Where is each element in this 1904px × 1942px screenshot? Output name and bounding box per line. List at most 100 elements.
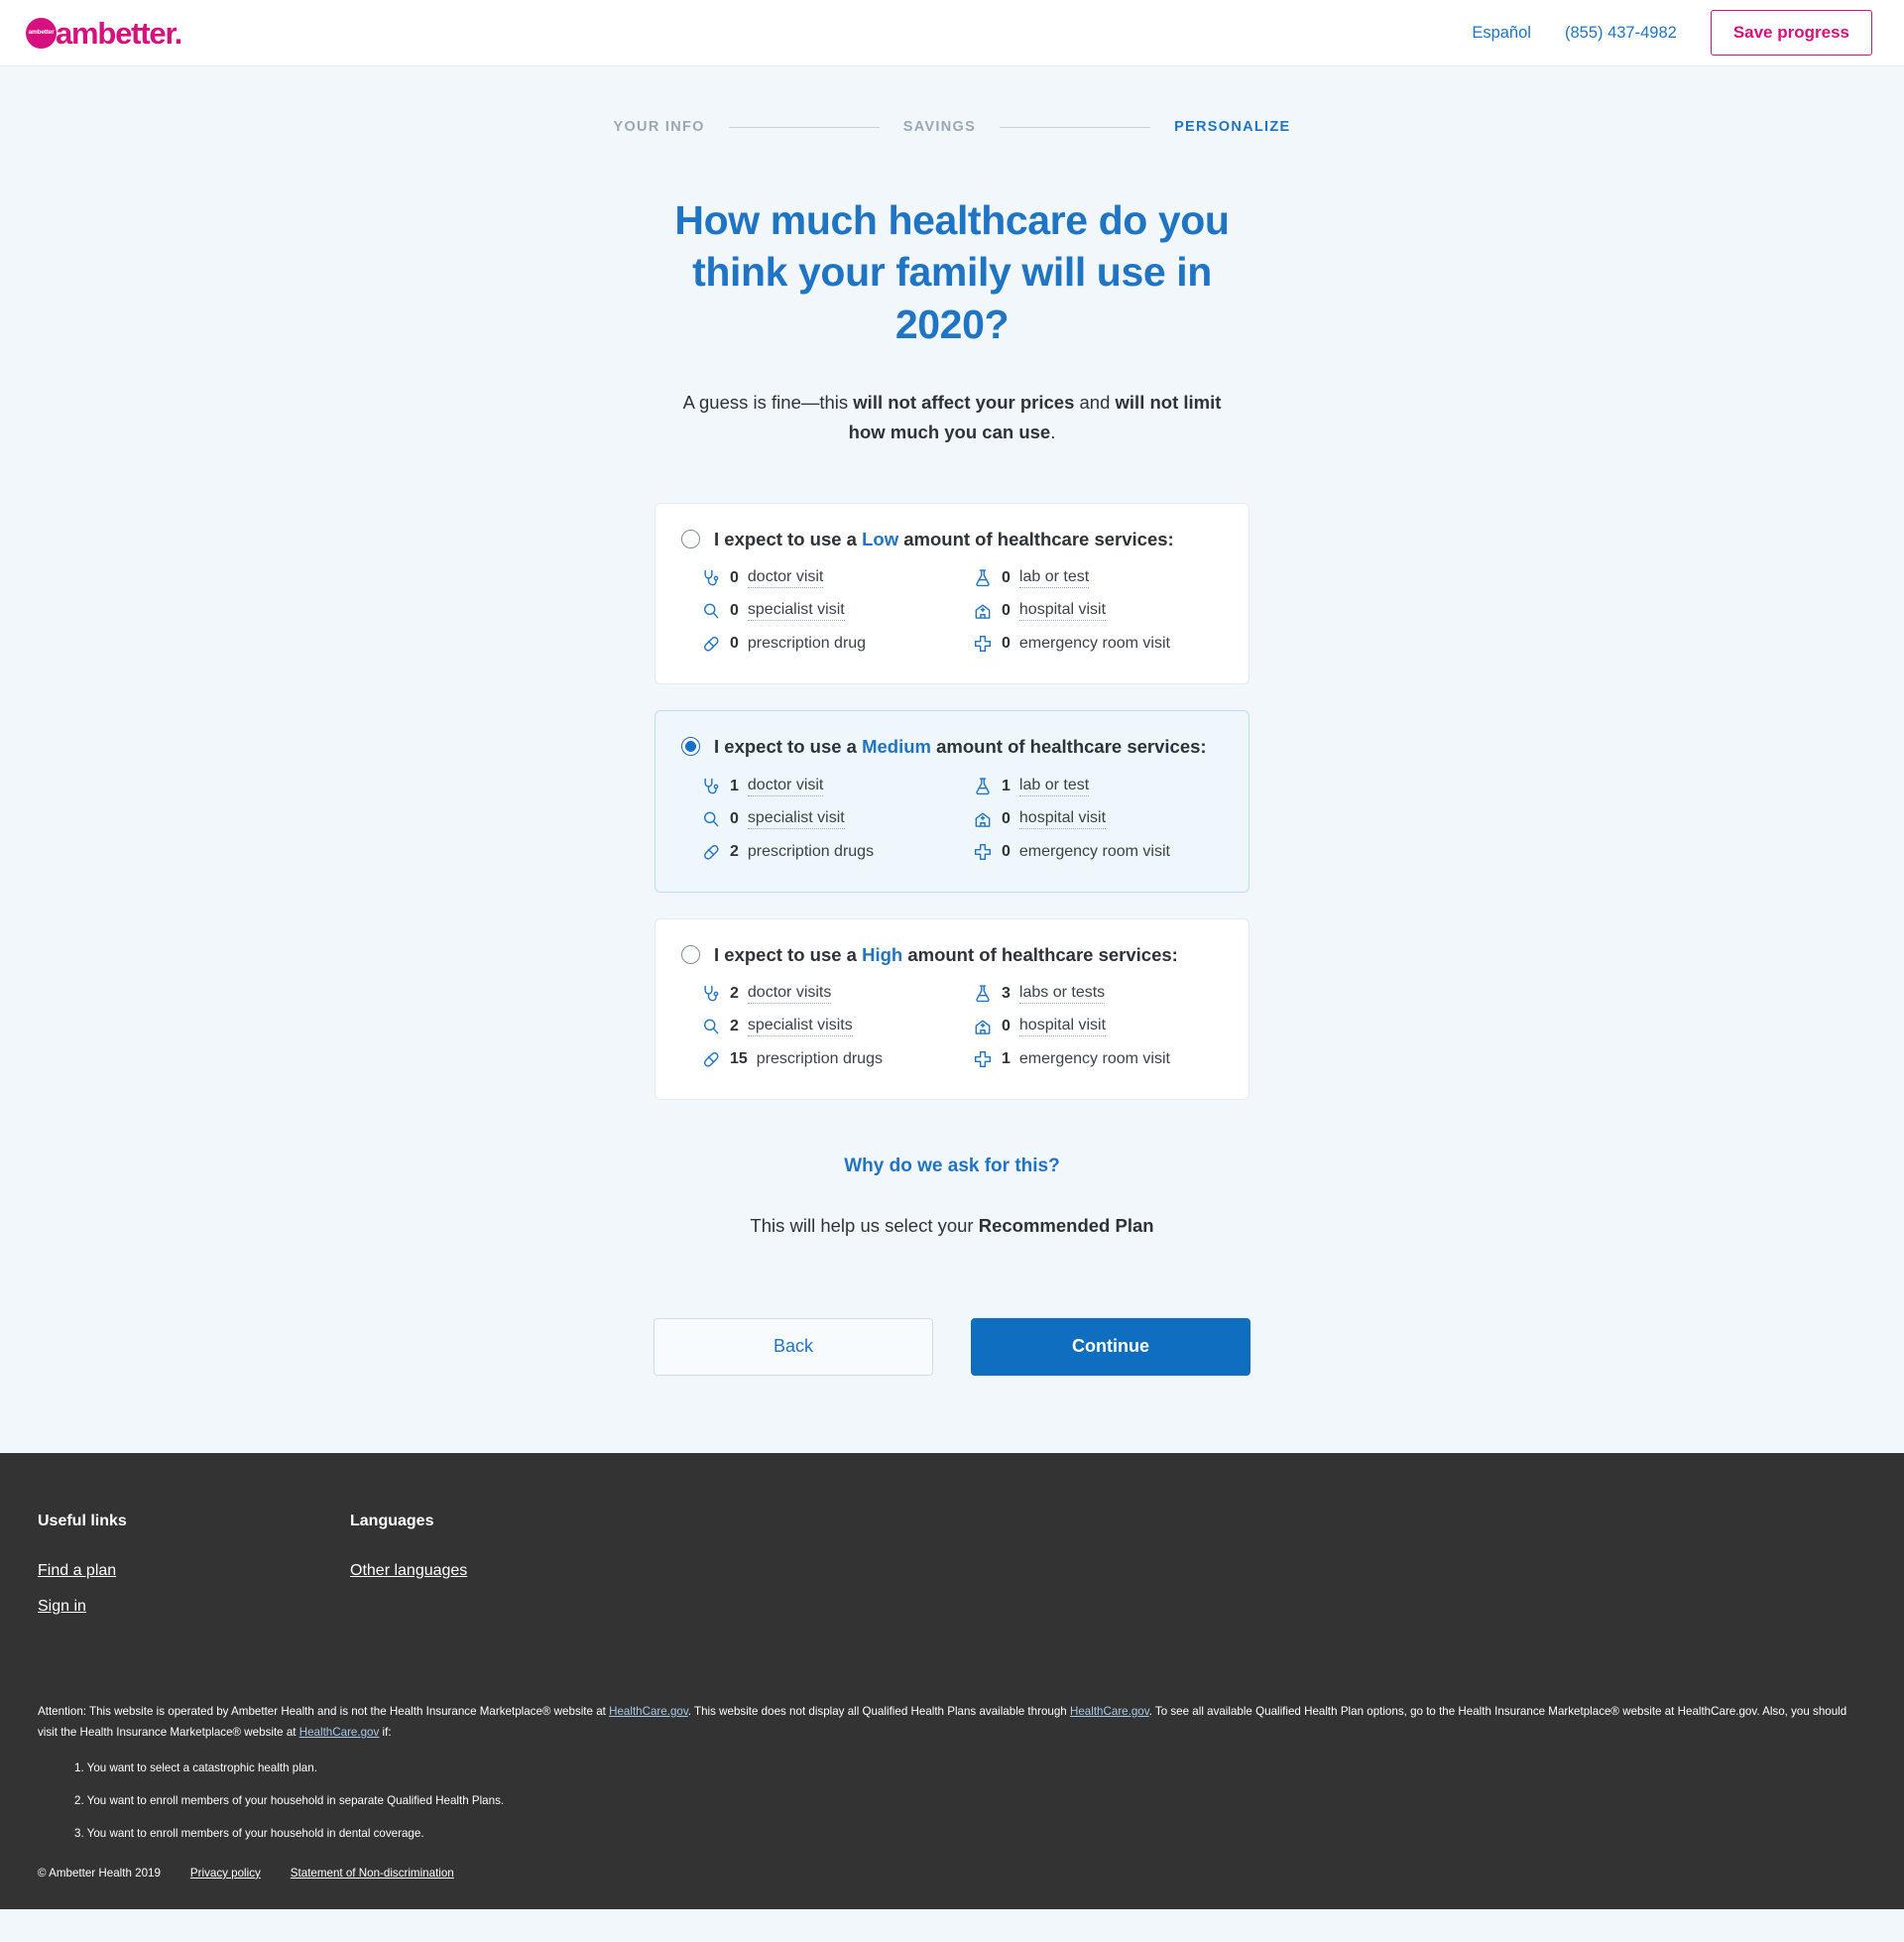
non-discrimination-link[interactable]: Statement of Non-discrimination [291, 1867, 454, 1880]
logo-badge-text: ambetter [28, 28, 55, 36]
service-item: 0 doctor visit [701, 568, 951, 589]
hospital-icon [973, 601, 993, 621]
service-label[interactable]: hospital visit [1018, 601, 1107, 622]
service-label[interactable]: specialist visits [747, 1017, 853, 1036]
service-label[interactable]: specialist visit [747, 601, 845, 622]
footer-heading-languages: Languages [350, 1512, 434, 1529]
subtitle-text-1: A guess is fine—this [682, 392, 854, 414]
recommended-plan-text: Recommended Plan [978, 1214, 1154, 1236]
option-title: I expect to use a Low amount of healthca… [714, 528, 1174, 550]
service-item: 0 lab or test [973, 568, 1223, 589]
medical-cross-icon [973, 1049, 993, 1069]
service-count: 0 [1002, 842, 1011, 860]
hospital-icon [973, 1017, 993, 1036]
service-count: 0 [730, 635, 739, 653]
service-count: 15 [730, 1049, 748, 1067]
service-label[interactable]: lab or test [1018, 777, 1090, 796]
continue-button[interactable]: Continue [971, 1317, 1250, 1376]
copyright-bar: © Ambetter Health 2019 Privacy policy St… [38, 1867, 1866, 1880]
service-item: 2 doctor visits [701, 984, 951, 1004]
medical-cross-icon [973, 842, 993, 862]
phone-link[interactable]: (855) 437-4982 [1565, 24, 1677, 43]
stethoscope-icon [701, 777, 721, 796]
service-label[interactable]: specialist visit [747, 809, 845, 829]
service-label[interactable]: doctor visit [747, 777, 824, 796]
service-label: emergency room visit [1018, 635, 1170, 653]
magnifier-icon [701, 809, 721, 829]
option-level-label: Low [862, 529, 899, 550]
service-label[interactable]: hospital visit [1018, 809, 1107, 829]
step-connector-1 [728, 126, 880, 128]
service-count: 1 [1002, 777, 1011, 794]
service-item: 3 labs or tests [973, 984, 1223, 1004]
service-count: 0 [1002, 602, 1011, 620]
why-subtext-prefix: This will help us select your [750, 1214, 979, 1236]
service-item: 15 prescription drugs [701, 1049, 951, 1069]
why-do-we-ask-link[interactable]: Why do we ask for this? [844, 1155, 1059, 1176]
service-item: 0 emergency room visit [973, 842, 1223, 862]
healthcare-gov-link-1[interactable]: HealthCare.gov [609, 1705, 688, 1718]
legal-list-item: 1. You want to select a catastrophic hea… [74, 1760, 317, 1774]
save-progress-button[interactable]: Save progress [1710, 10, 1872, 56]
legal-text-d: if: [379, 1726, 392, 1740]
legal-text-a: Attention: This website is operated by A… [38, 1704, 610, 1718]
option-title-suffix: amount of healthcare services: [902, 943, 1178, 965]
service-count: 1 [1002, 1049, 1011, 1067]
service-label[interactable]: lab or test [1018, 568, 1090, 589]
privacy-policy-link[interactable]: Privacy policy [190, 1867, 261, 1880]
logo-wordmark: ambetter. [56, 15, 182, 51]
radio-button-high[interactable] [681, 944, 700, 964]
service-label[interactable]: labs or tests [1018, 984, 1106, 1004]
service-item: 1 doctor visit [701, 777, 951, 796]
step-personalize[interactable]: PERSONALIZE [1174, 119, 1290, 135]
flask-icon [973, 984, 993, 1004]
back-button[interactable]: Back [654, 1317, 933, 1376]
service-label[interactable]: doctor visit [747, 568, 824, 589]
ambetter-logo[interactable]: ambetter ambetter. [26, 15, 182, 51]
site-footer: Useful links Find a plan Sign in Languag… [0, 1452, 1904, 1909]
service-count: 0 [1002, 1017, 1011, 1034]
subtitle-text-2: and [1074, 392, 1116, 414]
option-level-label: Medium [862, 736, 931, 758]
radio-button-low[interactable] [681, 530, 700, 549]
option-header: I expect to use a High amount of healthc… [681, 943, 1223, 966]
service-item: 0 specialist visit [701, 809, 951, 829]
espanol-link[interactable]: Español [1472, 24, 1531, 43]
medical-cross-icon [973, 634, 993, 654]
option-header: I expect to use a Medium amount of healt… [681, 735, 1223, 758]
step-your-info[interactable]: YOUR INFO [614, 119, 705, 135]
usage-option-card-high[interactable]: I expect to use a High amount of healthc… [654, 917, 1250, 1100]
service-item: 0 specialist visit [701, 601, 951, 622]
healthcare-gov-link-2[interactable]: HealthCare.gov [1070, 1705, 1149, 1718]
footer-link-other-languages[interactable]: Other languages [350, 1562, 662, 1580]
service-count: 0 [1002, 809, 1011, 827]
option-title: I expect to use a Medium amount of healt… [714, 735, 1207, 758]
step-connector-2 [1000, 126, 1151, 128]
legal-disclaimer: Attention: This website is operated by A… [38, 1701, 1866, 1845]
site-header: ambetter ambetter. Español (855) 437-498… [0, 0, 1904, 66]
service-label[interactable]: hospital visit [1018, 1017, 1107, 1036]
healthcare-gov-link-3[interactable]: HealthCare.gov [299, 1726, 380, 1739]
service-label[interactable]: doctor visits [747, 984, 832, 1004]
service-count: 0 [730, 602, 739, 620]
progress-stepper: YOUR INFO SAVINGS PERSONALIZE [0, 66, 1904, 135]
service-list: 2 doctor visits 3 labs or tests 2 specialist … [701, 984, 1223, 1069]
footer-link-find-a-plan[interactable]: Find a plan [38, 1562, 350, 1580]
option-title-prefix: I expect to use a [714, 736, 863, 758]
footer-link-sign-in[interactable]: Sign in [38, 1598, 350, 1616]
hospital-icon [973, 809, 993, 829]
usage-option-card-medium[interactable]: I expect to use a Medium amount of healt… [654, 710, 1250, 893]
service-count: 3 [1002, 984, 1011, 1002]
healthcare-usage-options: I expect to use a Low amount of healthca… [654, 503, 1250, 1100]
footer-columns: Useful links Find a plan Sign in Languag… [38, 1513, 1866, 1634]
legal-text-b: . This website does not display all Qual… [687, 1704, 1070, 1718]
radio-button-medium[interactable] [681, 737, 700, 757]
flask-icon [973, 568, 993, 588]
usage-option-card-low[interactable]: I expect to use a Low amount of healthca… [654, 503, 1250, 685]
service-item: 0 emergency room visit [973, 634, 1223, 654]
stethoscope-icon [701, 568, 721, 588]
step-savings[interactable]: SAVINGS [903, 119, 976, 135]
legal-list-item: 3. You want to enroll members of your ho… [74, 1827, 424, 1841]
service-item: 1 emergency room visit [973, 1049, 1223, 1069]
service-item: 2 specialist visits [701, 1017, 951, 1036]
